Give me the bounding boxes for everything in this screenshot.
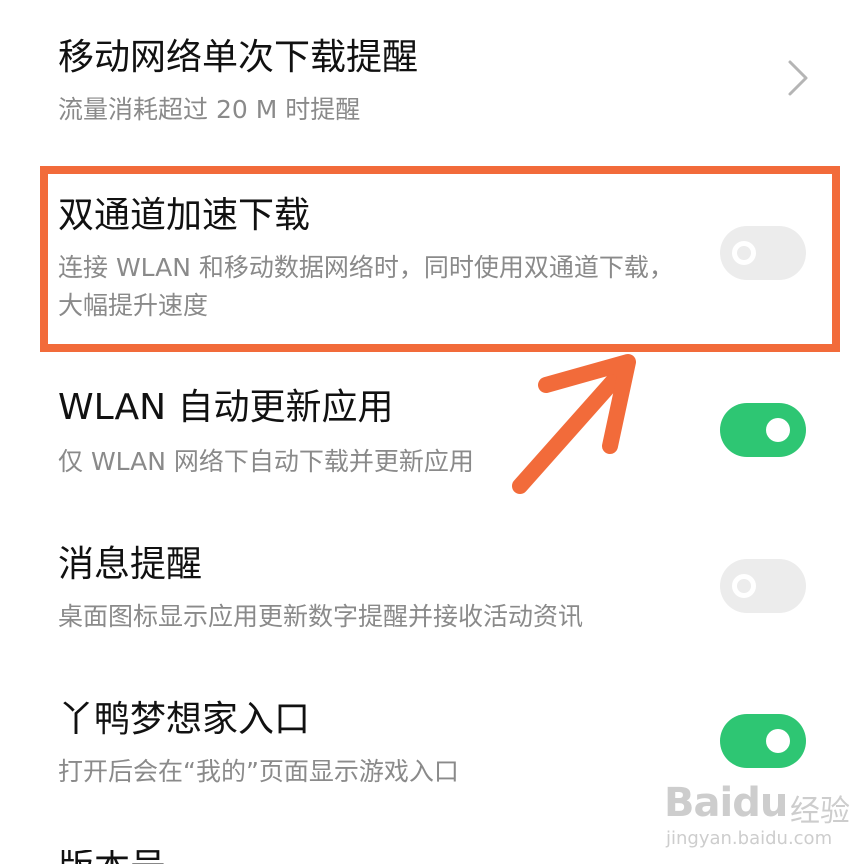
baidu-watermark: Baidu 经验 jingyan.baidu.com xyxy=(664,780,854,852)
arrow-icon xyxy=(512,354,636,494)
watermark-url: jingyan.baidu.com xyxy=(666,828,833,849)
watermark-logo: Baidu xyxy=(664,780,788,826)
watermark-text: 经验 xyxy=(790,794,850,829)
